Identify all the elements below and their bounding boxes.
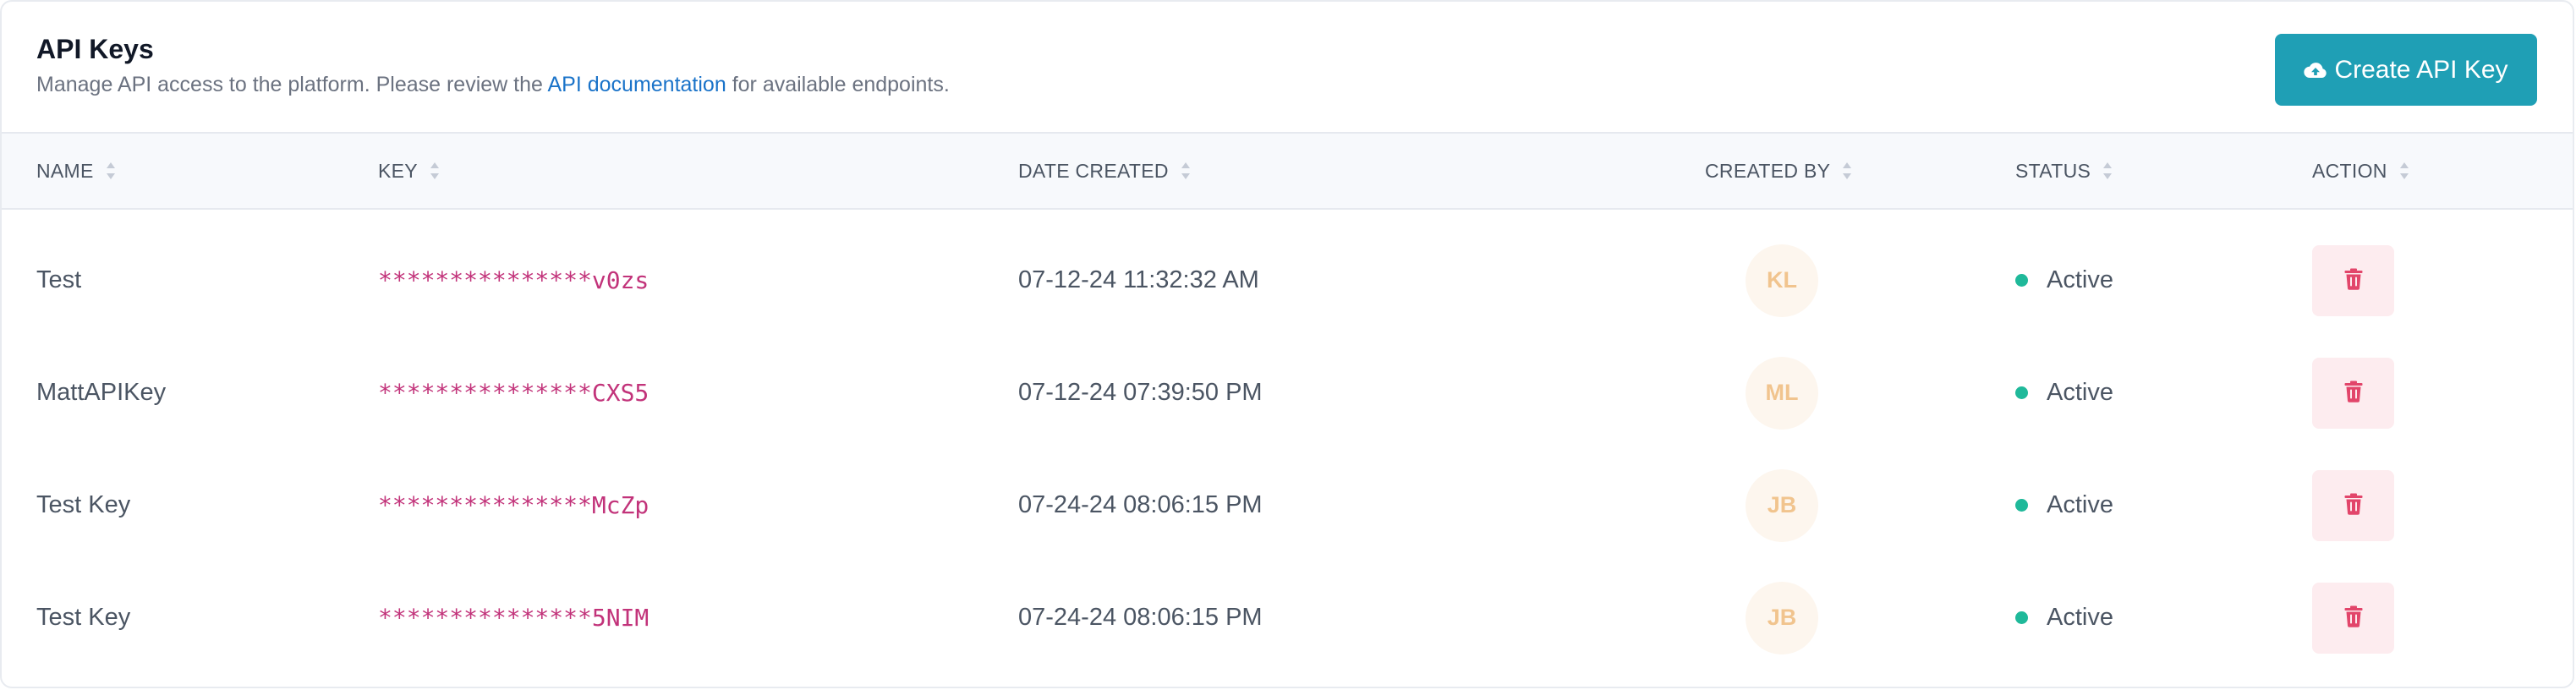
status-dot-icon <box>2015 274 2028 287</box>
row-action <box>2312 337 2394 449</box>
column-header-label: DATE CREATED <box>1018 159 1169 182</box>
trash-icon <box>2344 381 2363 405</box>
api-documentation-link[interactable]: API documentation <box>548 73 726 96</box>
avatar: JB <box>1746 581 1818 654</box>
row-status: Active <box>2015 337 2113 449</box>
trash-icon <box>2344 268 2363 293</box>
row-created-by: KL <box>1746 224 1818 337</box>
column-header-key[interactable]: KEY <box>378 134 440 208</box>
avatar: KL <box>1746 244 1818 317</box>
row-status: Active <box>2015 224 2113 337</box>
subtitle-text-after: for available endpoints. <box>726 73 950 96</box>
card-header: API Keys Manage API access to the platfo… <box>2 2 2573 134</box>
row-name: MattAPIKey <box>36 379 167 406</box>
status-label: Active <box>2047 379 2113 406</box>
row-action <box>2312 224 2394 337</box>
row-name: Test Key <box>36 604 131 631</box>
row-created-by: ML <box>1746 337 1818 449</box>
row-created-by: JB <box>1746 561 1818 674</box>
row-date-created: 07-24-24 08:06:15 PM <box>1018 491 1263 518</box>
subtitle-text-before: Manage API access to the platform. Pleas… <box>36 73 548 96</box>
column-header-date-created[interactable]: DATE CREATED <box>1018 134 1191 208</box>
row-date-created: 07-24-24 08:06:15 PM <box>1018 604 1263 631</box>
cloud-upload-icon <box>2304 61 2327 79</box>
status-dot-icon <box>2015 611 2028 624</box>
column-header-action[interactable]: ACTION <box>2312 134 2409 208</box>
row-name: Test <box>36 266 82 293</box>
create-api-key-label: Create API Key <box>2334 55 2508 84</box>
row-action <box>2312 561 2394 674</box>
trash-icon <box>2344 605 2363 630</box>
row-action <box>2312 449 2394 561</box>
sort-icon[interactable] <box>2399 162 2409 180</box>
column-header-name[interactable]: NAME <box>36 134 116 208</box>
status-dot-icon <box>2015 386 2028 399</box>
api-keys-card: API Keys Manage API access to the platfo… <box>0 0 2574 688</box>
row-status: Active <box>2015 561 2113 674</box>
column-header-label: ACTION <box>2312 159 2387 182</box>
delete-button[interactable] <box>2312 357 2394 429</box>
table-header: NAME KEY DATE CREATED CREATED BY STATUS … <box>2 134 2573 210</box>
sort-icon[interactable] <box>106 162 116 180</box>
row-date-created: 07-12-24 07:39:50 PM <box>1018 379 1263 406</box>
table-row: Test Key ***************5NIM 07-24-24 08… <box>2 561 2573 674</box>
page-subtitle: Manage API access to the platform. Pleas… <box>36 73 950 97</box>
table-row: Test Key ***************McZp 07-24-24 08… <box>2 449 2573 561</box>
column-header-status[interactable]: STATUS <box>2015 134 2113 208</box>
status-label: Active <box>2047 491 2113 518</box>
avatar: JB <box>1746 468 1818 542</box>
sort-icon[interactable] <box>1181 162 1191 180</box>
row-api-key: ***************5NIM <box>378 604 649 632</box>
row-created-by: JB <box>1746 449 1818 561</box>
row-status: Active <box>2015 449 2113 561</box>
sort-icon[interactable] <box>430 162 440 180</box>
trash-icon <box>2344 493 2363 518</box>
sort-icon[interactable] <box>1842 162 1852 180</box>
delete-button[interactable] <box>2312 244 2394 316</box>
column-header-label: STATUS <box>2015 159 2091 182</box>
column-header-label: NAME <box>36 159 94 182</box>
avatar: ML <box>1746 356 1818 430</box>
column-header-label: CREATED BY <box>1705 159 1831 182</box>
row-name: Test Key <box>36 491 131 518</box>
delete-button[interactable] <box>2312 582 2394 654</box>
delete-button[interactable] <box>2312 469 2394 541</box>
row-date-created: 07-12-24 11:32:32 AM <box>1018 266 1259 293</box>
column-header-created-by[interactable]: CREATED BY <box>1705 134 1852 208</box>
row-api-key: ***************v0zs <box>378 266 649 294</box>
row-api-key: ***************McZp <box>378 491 649 519</box>
page-title: API Keys <box>36 34 154 64</box>
status-dot-icon <box>2015 499 2028 512</box>
sort-icon[interactable] <box>2102 162 2113 180</box>
status-label: Active <box>2047 604 2113 631</box>
create-api-key-button[interactable]: Create API Key <box>2275 34 2537 106</box>
row-api-key: ***************CXS5 <box>378 379 649 407</box>
table-row: Test ***************v0zs 07-12-24 11:32:… <box>2 224 2573 337</box>
table-row: MattAPIKey ***************CXS5 07-12-24 … <box>2 337 2573 449</box>
column-header-label: KEY <box>378 159 418 182</box>
status-label: Active <box>2047 266 2113 293</box>
